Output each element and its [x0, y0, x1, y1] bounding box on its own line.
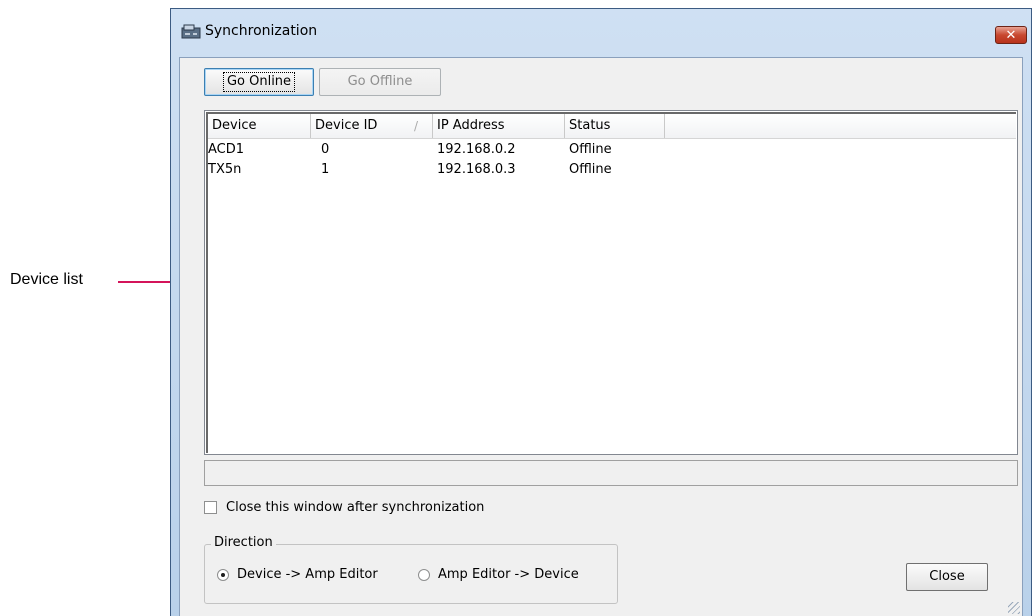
radio-unselected-icon[interactable]	[418, 569, 430, 581]
cell-device: ACD1	[208, 142, 245, 157]
checkbox-box[interactable]	[204, 501, 217, 514]
column-header-ip-address[interactable]: IP Address	[433, 114, 565, 138]
go-online-label: Go Online	[222, 72, 296, 92]
status-strip	[204, 460, 1018, 486]
window-title: Synchronization	[205, 23, 318, 39]
cell-ip-address: 192.168.0.3	[437, 162, 516, 177]
column-header-label: Device ID	[315, 118, 378, 133]
cell-ip-address: 192.168.0.2	[437, 142, 516, 157]
column-header-device-id[interactable]: Device ID /	[311, 114, 433, 138]
direction-legend: Direction	[211, 535, 276, 550]
radio-label: Device -> Amp Editor	[237, 567, 378, 582]
column-header-label: Device	[212, 118, 257, 133]
device-list-body: Device Device ID / IP Address Status ACD…	[206, 112, 1016, 453]
dialog-client-area: Go Online Go Offline Device Device ID / …	[179, 57, 1023, 616]
close-button[interactable]: Close	[906, 563, 988, 591]
callout-line	[118, 281, 178, 283]
title-bar: Synchronization ✕	[171, 9, 1031, 57]
device-list-header: Device Device ID / IP Address Status	[208, 114, 1016, 139]
cell-device-id: 0	[321, 142, 330, 157]
synchronization-window: Synchronization ✕ Go Online Go Offline D…	[170, 8, 1032, 616]
cell-device-id: 1	[321, 162, 330, 177]
close-after-sync-label: Close this window after synchronization	[226, 500, 485, 515]
close-button-label: Close	[929, 569, 965, 584]
column-header-status[interactable]: Status	[565, 114, 665, 138]
close-window-button[interactable]: ✕	[995, 26, 1027, 44]
column-header-label: IP Address	[437, 118, 505, 133]
sync-app-icon	[181, 24, 201, 39]
close-icon: ✕	[1005, 28, 1017, 43]
cell-status: Offline	[569, 162, 612, 177]
sort-indicator-icon: /	[413, 119, 418, 133]
device-list[interactable]: Device Device ID / IP Address Status ACD…	[204, 110, 1018, 455]
column-header-label: Status	[569, 118, 611, 133]
direction-group: Direction Device -> Amp Editor Amp Edito…	[204, 535, 618, 604]
cell-status: Offline	[569, 142, 612, 157]
go-offline-button[interactable]: Go Offline	[319, 68, 441, 96]
column-header-device[interactable]: Device	[208, 114, 311, 138]
go-online-button[interactable]: Go Online	[204, 68, 314, 96]
cell-device: TX5n	[208, 162, 242, 177]
callout-label: Device list	[10, 271, 83, 288]
radio-selected-icon[interactable]	[217, 569, 229, 581]
go-offline-label: Go Offline	[347, 74, 413, 89]
resize-grip-icon[interactable]	[1008, 602, 1020, 614]
radio-label: Amp Editor -> Device	[438, 567, 579, 582]
